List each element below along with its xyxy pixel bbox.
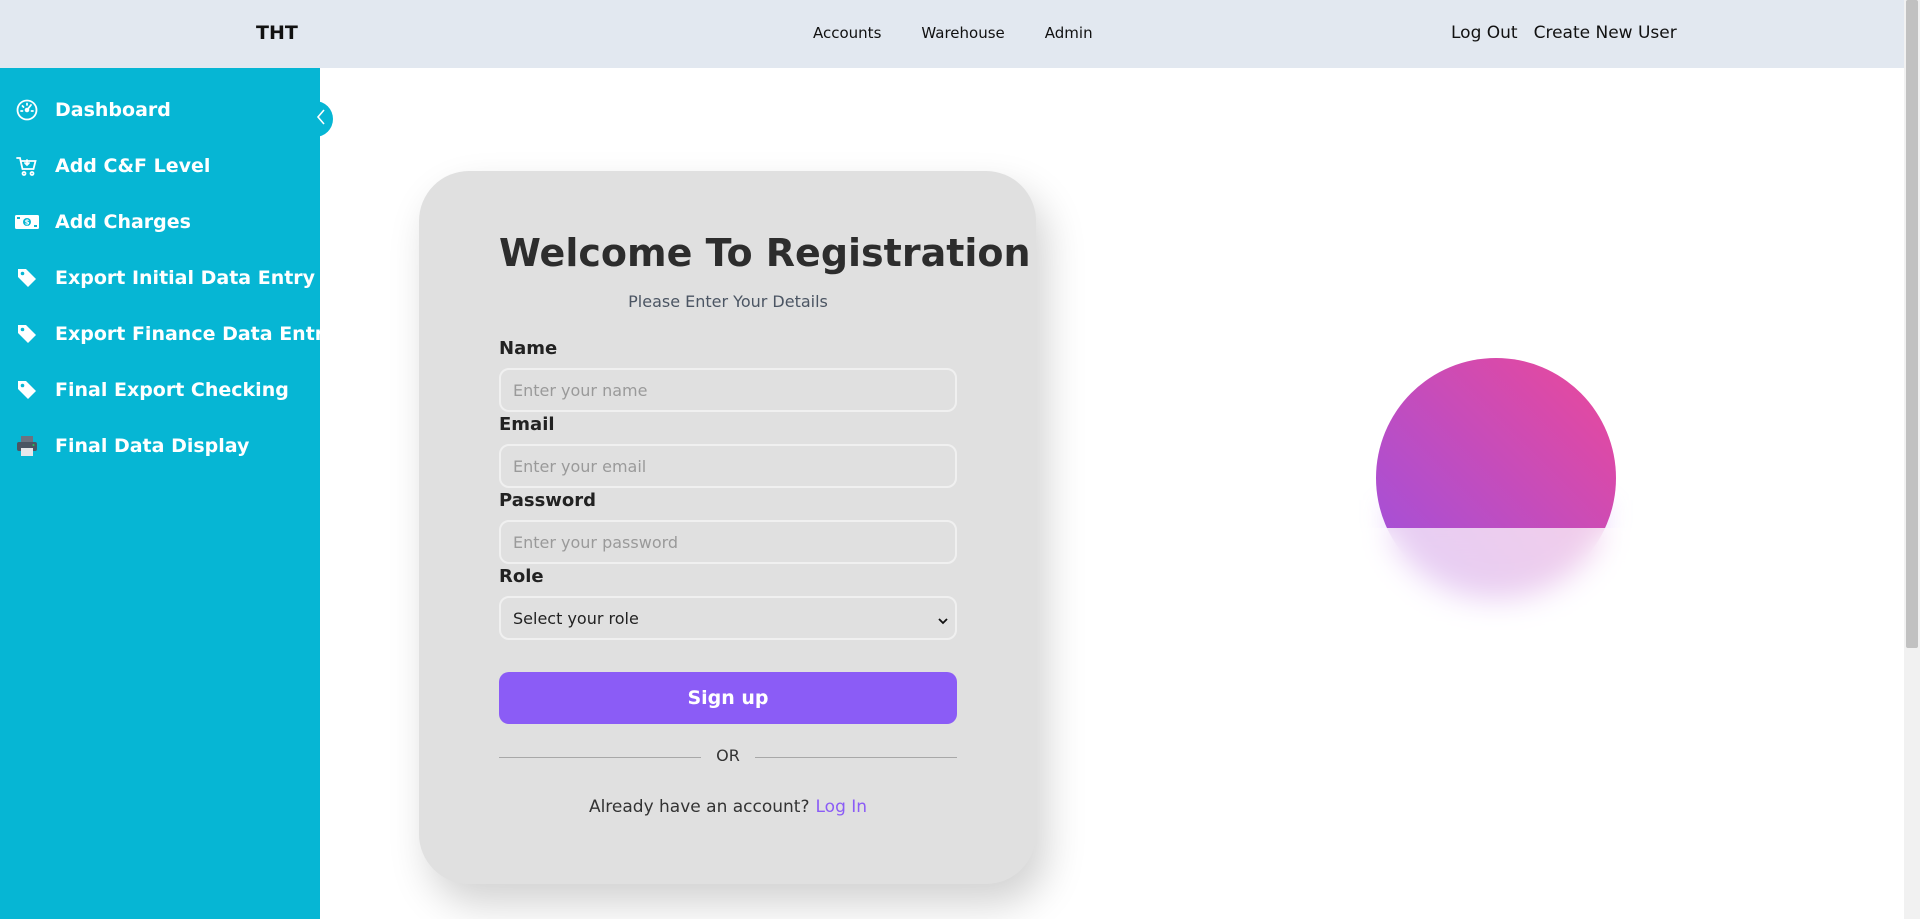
chevron-left-icon bbox=[316, 109, 326, 129]
signup-button[interactable]: Sign up bbox=[499, 672, 957, 724]
tag-icon bbox=[14, 321, 40, 347]
logout-link[interactable]: Log Out bbox=[1451, 23, 1518, 43]
sidebar-item-label: Final Data Display bbox=[55, 435, 250, 457]
nav-admin[interactable]: Admin bbox=[1045, 24, 1093, 42]
name-input[interactable] bbox=[499, 368, 957, 412]
role-label: Role bbox=[499, 566, 544, 587]
sidebar-item-label: Dashboard bbox=[55, 99, 171, 121]
password-label: Password bbox=[499, 490, 597, 511]
email-input[interactable] bbox=[499, 444, 957, 488]
sidebar-item-label: Export Finance Data Entry bbox=[55, 323, 337, 345]
page-subtitle: Please Enter Your Details bbox=[628, 292, 828, 311]
sidebar-item-label: Add Charges bbox=[55, 211, 191, 233]
sidebar-item-add-cf-level[interactable]: Add C&F Level bbox=[0, 146, 320, 186]
create-user-link[interactable]: Create New User bbox=[1534, 23, 1677, 43]
or-text: OR bbox=[716, 746, 740, 765]
role-select-value: Select your role bbox=[513, 608, 639, 628]
registration-card: Welcome To Registration Please Enter You… bbox=[419, 171, 1036, 884]
brand-logo[interactable]: THT bbox=[256, 22, 298, 44]
cart-icon bbox=[14, 153, 40, 179]
sidebar-item-label: Export Initial Data Entry bbox=[55, 267, 316, 289]
password-input[interactable] bbox=[499, 520, 957, 564]
tag-icon bbox=[14, 377, 40, 403]
top-actions: Log Out Create New User bbox=[1451, 23, 1677, 43]
name-label: Name bbox=[499, 338, 558, 359]
login-link[interactable]: Log In bbox=[816, 797, 868, 817]
login-prompt: Already have an account? Log In bbox=[499, 797, 957, 817]
sidebar-item-export-initial[interactable]: Export Initial Data Entry bbox=[0, 258, 320, 298]
dashboard-icon bbox=[14, 97, 40, 123]
decorative-glass-panel bbox=[1353, 528, 1638, 638]
nav-accounts[interactable]: Accounts bbox=[813, 24, 881, 42]
email-label: Email bbox=[499, 414, 555, 435]
sidebar-item-final-data-display[interactable]: Final Data Display bbox=[0, 426, 320, 466]
svg-text:$: $ bbox=[25, 219, 30, 227]
top-nav: Accounts Warehouse Admin bbox=[813, 24, 1093, 42]
account-prompt-text: Already have an account? bbox=[588, 797, 810, 817]
or-divider: OR bbox=[499, 746, 957, 768]
tag-icon bbox=[14, 265, 40, 291]
page-title: Welcome To Registration bbox=[499, 231, 1031, 275]
scrollbar-thumb[interactable] bbox=[1906, 0, 1918, 648]
sidebar-item-final-export-checking[interactable]: Final Export Checking bbox=[0, 370, 320, 410]
divider-line-right bbox=[755, 757, 957, 758]
sidebar-item-label: Add C&F Level bbox=[55, 155, 211, 177]
sidebar-item-dashboard[interactable]: Dashboard bbox=[0, 90, 320, 130]
sidebar-item-export-finance[interactable]: Export Finance Data Entry bbox=[0, 314, 337, 354]
printer-icon bbox=[14, 433, 40, 459]
sidebar: Dashboard Add C&F Level $ Add Charges Ex… bbox=[0, 68, 337, 919]
money-icon: $ bbox=[14, 209, 40, 235]
top-navbar: THT Accounts Warehouse Admin Log Out Cre… bbox=[0, 0, 1904, 68]
sidebar-item-label: Final Export Checking bbox=[55, 379, 289, 401]
role-select[interactable]: Select your role bbox=[499, 596, 957, 640]
nav-warehouse[interactable]: Warehouse bbox=[921, 24, 1004, 42]
sidebar-collapse-button[interactable] bbox=[309, 101, 333, 137]
chevron-down-icon bbox=[937, 612, 949, 631]
sidebar-item-add-charges[interactable]: $ Add Charges bbox=[0, 202, 320, 242]
